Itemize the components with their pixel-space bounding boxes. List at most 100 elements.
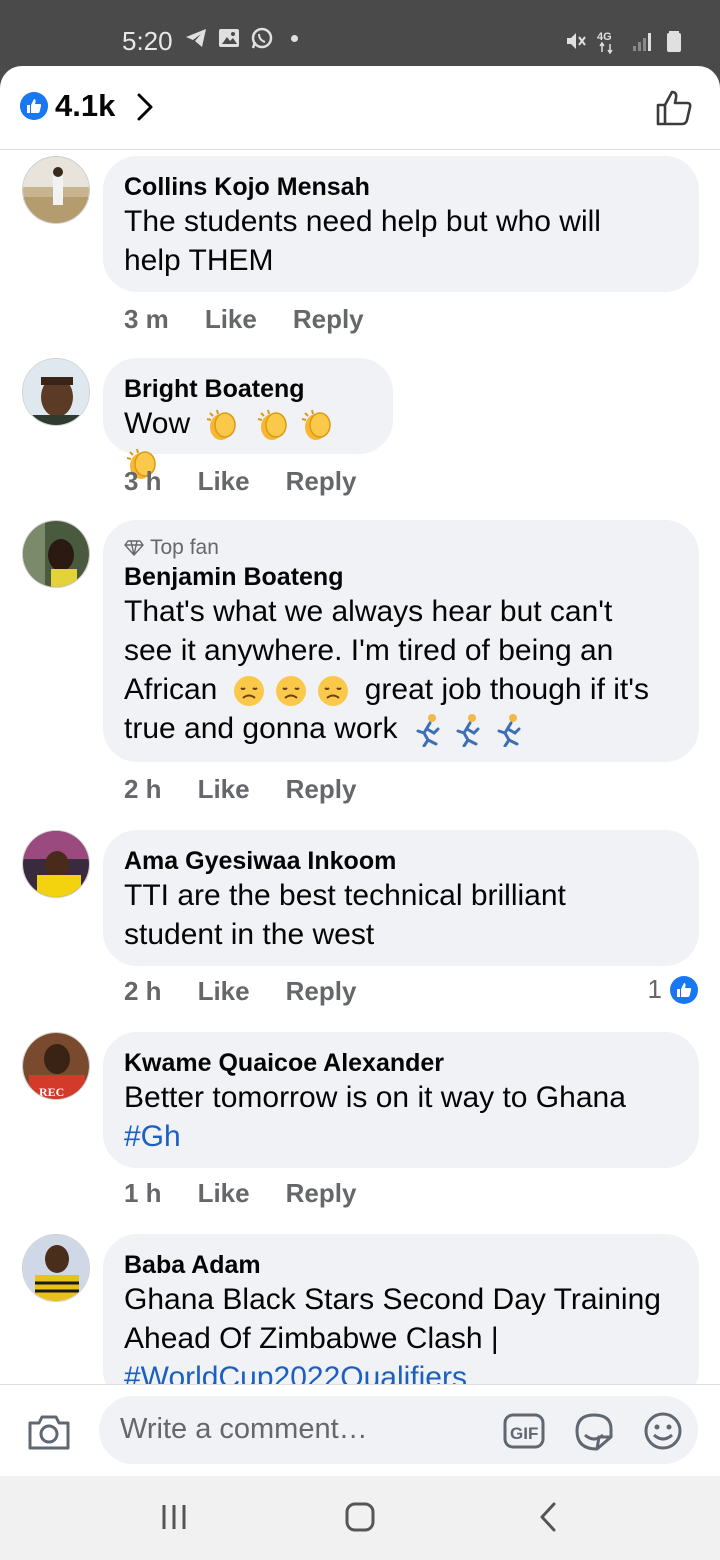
comment-meta: 2 h Like Reply [124, 976, 356, 1007]
like-link[interactable]: Like [198, 976, 250, 1007]
hashtag-link[interactable]: #WorldCup2022Qualifiers [124, 1358, 679, 1384]
comment-text: see it anywhere. I'm tired of being an [124, 634, 614, 667]
signal-icon [633, 33, 651, 51]
telegram-icon [186, 29, 206, 47]
comment-text: Ahead Of Zimbabwe Clash | [124, 1322, 499, 1355]
whatsapp-icon [251, 27, 273, 49]
avatar[interactable] [22, 358, 90, 426]
avatar[interactable] [22, 830, 90, 898]
comment-author[interactable]: Kwame Quaicoe Alexander [124, 1048, 679, 1078]
comment-author[interactable]: Benjamin Boateng [124, 562, 679, 592]
like-badge-icon [20, 92, 48, 120]
system-nav-bar [0, 1476, 720, 1560]
person-running-icon [416, 714, 440, 748]
status-icons-left [184, 26, 298, 50]
chevron-right-icon[interactable] [135, 92, 155, 122]
like-outline-icon[interactable] [654, 88, 694, 128]
comment-text: help THEM [124, 244, 274, 277]
comment-composer: Write a comment… GIF [0, 1384, 720, 1476]
like-link[interactable]: Like [198, 774, 250, 805]
comment-meta: 3 h Like Reply [124, 466, 356, 497]
emoji-icon[interactable] [642, 1410, 684, 1452]
status-time: 5:20 [122, 26, 173, 56]
comment-input-placeholder: Write a comment… [120, 1413, 368, 1445]
comment-time: 3 m [124, 304, 169, 334]
comment-bubble[interactable]: Collins Kojo Mensah The students need he… [103, 156, 699, 292]
hashtag-link[interactable]: #Gh [124, 1117, 679, 1156]
comment-reaction-summary[interactable]: 1 [648, 974, 698, 1005]
reply-link[interactable]: Reply [293, 304, 364, 335]
comment-time: 3 h [124, 466, 162, 496]
comment-text: Better tomorrow is on it way to Ghana [124, 1081, 626, 1114]
comment-time: 2 h [124, 976, 162, 1006]
comment-time: 1 h [124, 1178, 162, 1208]
comment-text-part: African [124, 673, 218, 706]
comments-list: Collins Kojo Mensah The students need he… [0, 150, 720, 1384]
4g-icon: 4G [597, 31, 613, 54]
comment-bubble[interactable]: Ama Gyesiwaa Inkoom TTI are the best tec… [103, 830, 699, 966]
status-icons-right: 4G [564, 28, 686, 54]
reply-link[interactable]: Reply [286, 774, 357, 805]
comment-author[interactable]: Ama Gyesiwaa Inkoom [124, 846, 679, 876]
reply-link[interactable]: Reply [286, 466, 357, 497]
comment-text: Ghana Black Stars Second Day Training [124, 1283, 661, 1316]
like-link[interactable]: Like [205, 304, 257, 335]
comments-sheet: 4.1k Collins Kojo Mensah The students ne… [0, 66, 720, 1476]
like-link[interactable]: Like [198, 1178, 250, 1209]
reply-link[interactable]: Reply [286, 976, 357, 1007]
comment-meta: 2 h Like Reply [124, 774, 356, 805]
like-link[interactable]: Like [198, 466, 250, 497]
camera-icon[interactable] [27, 1413, 71, 1451]
back-icon[interactable] [537, 1501, 559, 1533]
reaction-count[interactable]: 4.1k [55, 88, 115, 124]
top-fan-badge: Top fan [124, 536, 679, 560]
comment-bubble[interactable]: Top fan Benjamin Boateng That's what we … [103, 520, 699, 762]
clapping-hands-icon [207, 409, 237, 441]
clapping-hands-icon [257, 409, 287, 441]
battery-icon [667, 31, 681, 52]
comment-text: TTI are the best technical brilliant [124, 879, 566, 912]
comment-text: The students need help but who will [124, 205, 601, 238]
reactions-header: 4.1k [0, 66, 720, 150]
comment-meta: 1 h Like Reply [124, 1178, 356, 1209]
disappointed-face-icon [318, 676, 349, 707]
gif-icon[interactable]: GIF [503, 1411, 545, 1451]
avatar[interactable] [22, 1234, 90, 1302]
disappointed-face-icon [276, 676, 307, 707]
comment-text: That's what we always hear but can't [124, 595, 613, 628]
comment-bubble[interactable]: Kwame Quaicoe Alexander Better tomorrow … [103, 1032, 699, 1168]
comment-meta: 3 m Like Reply [124, 304, 364, 335]
comment-text: student in the west [124, 918, 375, 951]
comment-reaction-count: 1 [647, 974, 662, 1004]
badge-label: Top fan [150, 536, 219, 559]
diamond-icon [124, 540, 144, 556]
recent-apps-icon[interactable] [159, 1501, 189, 1533]
home-icon[interactable] [344, 1501, 376, 1533]
clapping-hands-icon [301, 409, 331, 441]
avatar[interactable] [22, 520, 90, 588]
dot-icon [291, 34, 298, 42]
svg-text:REC: REC [39, 1085, 64, 1099]
comment-text-part: true and gonna work [124, 712, 398, 745]
comment-text: true and gonna work [124, 709, 679, 748]
svg-text:GIF: GIF [510, 1424, 538, 1443]
mute-icon [567, 33, 586, 49]
avatar[interactable] [22, 156, 90, 224]
comment-author[interactable]: Bright Boateng [124, 374, 373, 404]
disappointed-face-icon [233, 676, 264, 707]
comment-input[interactable]: Write a comment… GIF [99, 1396, 698, 1464]
comment-time: 2 h [124, 774, 162, 804]
person-running-icon [497, 714, 521, 748]
comment-bubble[interactable]: Bright Boateng Wow [103, 358, 393, 480]
sticker-icon[interactable] [573, 1411, 615, 1453]
person-running-icon [456, 714, 480, 748]
reply-link[interactable]: Reply [286, 1178, 357, 1209]
like-badge-icon [670, 975, 698, 1004]
comment-author[interactable]: Collins Kojo Mensah [124, 172, 679, 202]
comment-author[interactable]: Baba Adam [124, 1250, 679, 1280]
svg-text:4G: 4G [597, 31, 612, 43]
comment-text-part: great job though if it's [364, 673, 649, 706]
comment-bubble[interactable]: Baba Adam Ghana Black Stars Second Day T… [103, 1234, 699, 1384]
gallery-icon [219, 29, 239, 47]
avatar[interactable]: REC [22, 1032, 90, 1100]
